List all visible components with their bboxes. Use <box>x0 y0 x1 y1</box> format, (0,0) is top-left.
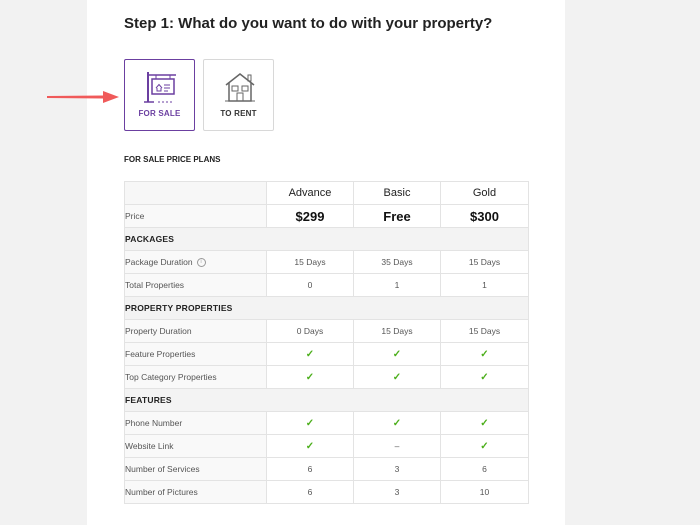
check-icon: ✓ <box>440 434 529 458</box>
row-label: Top Category Properties <box>124 365 267 389</box>
check-icon: ✓ <box>440 365 529 389</box>
check-icon: ✓ <box>266 411 354 435</box>
cell-value: 1 <box>440 273 529 297</box>
table-row: Number of Services 6 3 6 <box>124 457 529 481</box>
cell-value: 3 <box>353 480 441 504</box>
cell-value: 15 Days <box>353 319 441 343</box>
cell-value: 10 <box>440 480 529 504</box>
row-label-text: Package Duration <box>125 256 193 267</box>
row-label: Total Properties <box>124 273 267 297</box>
cell-value: 0 <box>266 273 354 297</box>
table-row: Feature Properties ✓ ✓ ✓ <box>124 342 529 366</box>
section-title-features: FEATURES <box>124 388 529 412</box>
row-label: Property Duration <box>124 319 267 343</box>
row-label: Website Link <box>124 434 267 458</box>
cell-value: 1 <box>353 273 441 297</box>
table-row: Number of Pictures 6 3 10 <box>124 480 529 504</box>
section-title-property-properties: PROPERTY PROPERTIES <box>124 296 529 320</box>
table-row: Website Link ✓ – ✓ <box>124 434 529 458</box>
cell-value: 6 <box>266 457 354 481</box>
check-icon: ✓ <box>353 365 441 389</box>
option-for-sale[interactable]: FOR SALE <box>124 59 195 131</box>
cell-value: 6 <box>440 457 529 481</box>
price-gold: $300 <box>440 204 529 228</box>
cell-value: 15 Days <box>266 250 354 274</box>
check-icon: ✓ <box>266 434 354 458</box>
check-icon: ✓ <box>353 342 441 366</box>
check-icon: ✓ <box>353 411 441 435</box>
check-icon: ✓ <box>440 342 529 366</box>
plan-header-gold[interactable]: Gold <box>440 181 529 205</box>
table-row: Phone Number ✓ ✓ ✓ <box>124 411 529 435</box>
info-icon[interactable]: i <box>196 258 206 268</box>
table-row: Property Duration 0 Days 15 Days 15 Days <box>124 319 529 343</box>
table-row: Total Properties 0 1 1 <box>124 273 529 297</box>
table-row: Package Duration i 15 Days 35 Days 15 Day… <box>124 250 529 274</box>
plan-header-basic[interactable]: Basic <box>353 181 441 205</box>
step-title: Step 1: What do you want to do with your… <box>124 15 493 32</box>
row-label: Number of Pictures <box>124 480 267 504</box>
check-icon: ✓ <box>266 342 354 366</box>
dash-icon: – <box>353 434 441 458</box>
check-icon: ✓ <box>440 411 529 435</box>
section-title-packages: PACKAGES <box>124 227 529 251</box>
table-header-row: Advance Basic Gold <box>124 181 529 205</box>
cell-value: 3 <box>353 457 441 481</box>
cell-value: 35 Days <box>353 250 441 274</box>
cell-value: 15 Days <box>440 319 529 343</box>
section-row: FEATURES <box>124 388 529 412</box>
price-advance: $299 <box>266 204 354 228</box>
row-label: Phone Number <box>124 411 267 435</box>
row-label: Number of Services <box>124 457 267 481</box>
price-label: Price <box>124 204 267 228</box>
price-row: Price $299 Free $300 <box>124 204 529 228</box>
option-for-sale-label: FOR SALE <box>138 109 181 118</box>
option-to-rent[interactable]: TO RENT <box>203 59 274 131</box>
section-row: PROPERTY PROPERTIES <box>124 296 529 320</box>
price-basic: Free <box>353 204 441 228</box>
for-sale-sign-icon <box>144 72 176 103</box>
section-row: PACKAGES <box>124 227 529 251</box>
plans-heading: FOR SALE PRICE PLANS <box>124 155 221 164</box>
price-plans-table: Advance Basic Gold Price $299 Free $300 … <box>124 181 529 504</box>
cell-value: 15 Days <box>440 250 529 274</box>
row-label: Feature Properties <box>124 342 267 366</box>
row-label: Package Duration i <box>124 250 267 274</box>
header-blank-cell <box>124 181 267 205</box>
check-icon: ✓ <box>266 365 354 389</box>
cell-value: 0 Days <box>266 319 354 343</box>
table-row: Top Category Properties ✓ ✓ ✓ <box>124 365 529 389</box>
option-to-rent-label: TO RENT <box>220 109 257 118</box>
pointer-arrow-icon <box>47 91 119 103</box>
cell-value: 6 <box>266 480 354 504</box>
house-icon <box>225 73 255 102</box>
main-panel: Step 1: What do you want to do with your… <box>47 0 565 525</box>
plan-header-advance[interactable]: Advance <box>266 181 354 205</box>
